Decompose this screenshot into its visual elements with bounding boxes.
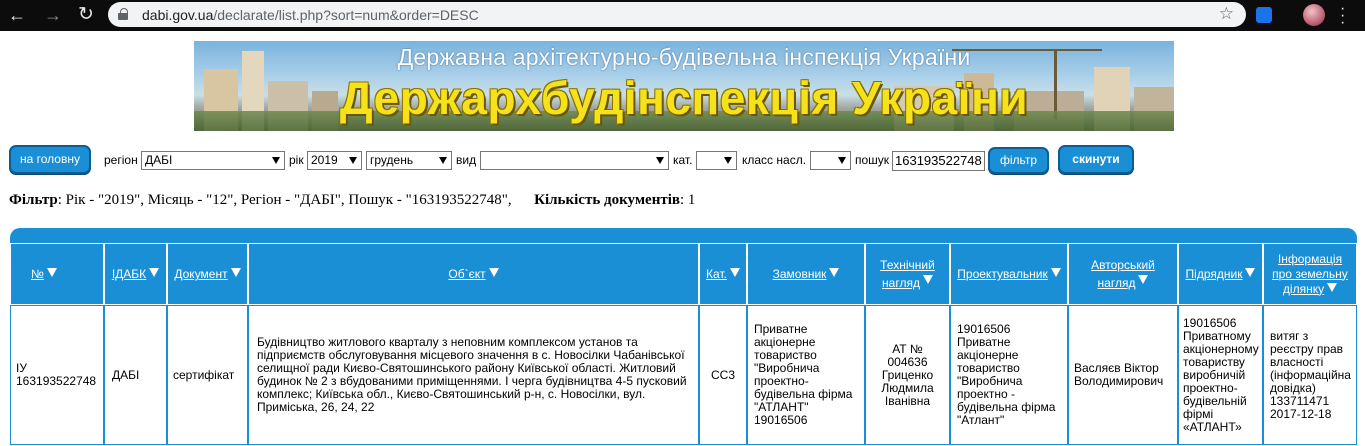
- filter-summary-text: : Рік - "2019", Місяць - "12", Регіон - …: [57, 192, 512, 208]
- address-bar[interactable]: dabi.gov.ua/declarate/list.php?sort=num&…: [108, 2, 1246, 27]
- document-count-value: : 1: [679, 192, 696, 208]
- column-header-customer[interactable]: Замовник: [747, 243, 865, 305]
- search-input[interactable]: 163193522748: [892, 151, 985, 171]
- banner-title: Держархбудінспекція України: [339, 72, 1029, 124]
- sort-arrow-icon[interactable]: [149, 268, 160, 277]
- class-select[interactable]: [810, 151, 851, 170]
- dropdown-arrow-icon: [439, 157, 447, 164]
- category-select[interactable]: [696, 151, 737, 170]
- url-text: dabi.gov.ua/declarate/list.php?sort=num&…: [142, 7, 479, 23]
- sort-link-tech-supervision[interactable]: Технічний нагляд: [880, 258, 935, 290]
- filter-button[interactable]: фільтр: [988, 147, 1049, 174]
- filter-summary-label: Фільтр: [9, 192, 58, 208]
- column-header-category[interactable]: Кат.: [699, 243, 747, 305]
- sort-arrow-icon[interactable]: [922, 275, 933, 284]
- extension-icon[interactable]: [1256, 7, 1272, 23]
- sort-link-author-supervision[interactable]: Авторський нагляд: [1091, 258, 1155, 290]
- bookmark-star-icon[interactable]: ☆: [1219, 4, 1234, 24]
- banner-subtitle: Державна архітектурно-будівельна інспекц…: [397, 44, 971, 70]
- cell-category: СС3: [699, 305, 747, 445]
- lock-icon: [118, 8, 128, 20]
- menu-icon[interactable]: · · ·: [1340, 1, 1346, 31]
- dropdown-arrow-icon: [349, 157, 357, 164]
- column-header-num[interactable]: №: [10, 243, 104, 305]
- cell-contractor: 19016506 Приватному акціонерному товарис…: [1178, 305, 1263, 445]
- column-header-idabk[interactable]: ІДАБК: [104, 243, 167, 305]
- cell-idabk: ДАБІ: [104, 305, 167, 445]
- year-select[interactable]: 2019: [307, 151, 362, 170]
- year-label: рік: [289, 153, 304, 167]
- sort-arrow-icon[interactable]: [1245, 268, 1256, 277]
- month-select[interactable]: грудень: [366, 151, 452, 170]
- month-select-value: грудень: [370, 153, 414, 167]
- cell-num: ІУ 163193522748: [10, 305, 104, 445]
- column-header-land-info[interactable]: Інформація про земельну ділянку: [1263, 243, 1357, 305]
- year-select-value: 2019: [311, 153, 338, 167]
- sort-link-object[interactable]: Об`єкт: [448, 267, 485, 281]
- column-header-designer[interactable]: Проектувальник: [950, 243, 1068, 305]
- sort-link-contractor[interactable]: Підрядник: [1186, 267, 1243, 281]
- cell-customer: Приватне акціонерне товариство "Виробнич…: [747, 305, 865, 445]
- cell-designer: 19016506 Приватне акціонерне товариство …: [950, 305, 1068, 445]
- cell-document: сертифікат: [167, 305, 248, 445]
- type-select[interactable]: [480, 151, 669, 170]
- column-header-object[interactable]: Об`єкт: [248, 243, 699, 305]
- category-label: кат.: [673, 153, 693, 167]
- sort-link-idabk[interactable]: ІДАБК: [112, 267, 146, 281]
- sort-arrow-icon[interactable]: [1327, 282, 1338, 292]
- dropdown-arrow-icon: [656, 157, 664, 164]
- sort-link-category[interactable]: Кат.: [706, 267, 727, 281]
- table-top-bar: [10, 228, 1357, 244]
- sort-link-designer[interactable]: Проектувальник: [957, 267, 1047, 281]
- sort-link-document[interactable]: Документ: [174, 267, 227, 281]
- region-label: регіон: [104, 153, 138, 167]
- region-select-value: ДАБІ: [145, 153, 173, 167]
- sort-arrow-icon[interactable]: [729, 268, 740, 277]
- sort-arrow-icon[interactable]: [829, 268, 840, 277]
- dropdown-arrow-icon: [272, 157, 280, 164]
- profile-avatar[interactable]: [1303, 4, 1325, 26]
- cell-land-info: витяг з реєстру прав власності (інформац…: [1263, 305, 1357, 445]
- search-label: пошук: [855, 153, 890, 167]
- sort-link-num[interactable]: №: [31, 267, 44, 281]
- browser-toolbar: ← → ↻ dabi.gov.ua/declarate/list.php?sor…: [0, 0, 1365, 31]
- dropdown-arrow-icon: [724, 157, 732, 164]
- home-button[interactable]: на головну: [9, 145, 91, 174]
- site-banner: Державна архітектурно-будівельна інспекц…: [194, 41, 1174, 131]
- sort-arrow-icon[interactable]: [1138, 275, 1149, 284]
- sort-arrow-icon[interactable]: [46, 268, 57, 277]
- column-header-contractor[interactable]: Підрядник: [1178, 243, 1263, 305]
- sort-arrow-icon[interactable]: [488, 268, 499, 277]
- forward-arrow-icon[interactable]: →: [44, 4, 62, 26]
- cell-tech-supervision: АТ № 004636 Гриценко Людмила Іванівна: [865, 305, 950, 445]
- reset-button[interactable]: скинути: [1058, 145, 1134, 174]
- dropdown-arrow-icon: [838, 157, 846, 164]
- cell-author-supervision: Васляєв Віктор Володимирович: [1068, 305, 1178, 445]
- document-count-label: Кількість документів: [534, 192, 680, 208]
- cell-object: Будівництво житлового кварталу з неповни…: [248, 305, 699, 445]
- sort-link-customer[interactable]: Замовник: [773, 267, 827, 281]
- reload-icon[interactable]: ↻: [78, 4, 94, 26]
- region-select[interactable]: ДАБІ: [141, 151, 285, 170]
- back-arrow-icon[interactable]: ←: [8, 4, 26, 26]
- url-host: dabi.gov.ua: [142, 7, 214, 23]
- filter-summary: Фільтр: Рік - "2019", Місяць - "12", Рег…: [9, 192, 695, 209]
- class-label: класс насл.: [742, 153, 807, 167]
- sort-arrow-icon[interactable]: [230, 268, 241, 277]
- url-path: /declarate/list.php?sort=num&order=DESC: [213, 7, 479, 23]
- sort-arrow-icon[interactable]: [1050, 268, 1061, 277]
- column-header-author-supervision[interactable]: Авторський нагляд: [1068, 243, 1178, 305]
- column-header-tech-supervision[interactable]: Технічний нагляд: [865, 243, 950, 305]
- column-header-document[interactable]: Документ: [167, 243, 248, 305]
- type-label: вид: [456, 153, 477, 167]
